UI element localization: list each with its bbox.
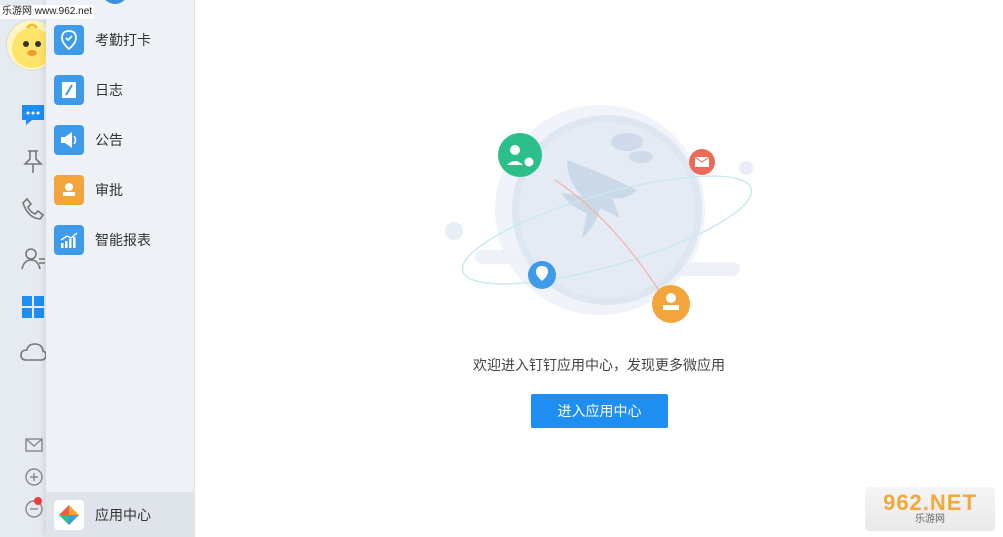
app-center-illustration — [445, 105, 753, 323]
left-nav-rail — [0, 0, 57, 537]
contacts-icon[interactable] — [20, 245, 46, 271]
pin-icon[interactable] — [20, 148, 46, 174]
megaphone-icon — [54, 125, 84, 155]
apps-grid-icon[interactable] — [20, 294, 46, 320]
watermark-text: 乐游网 www.962.net — [0, 5, 95, 19]
watermark-brand: 962.NET — [883, 490, 977, 515]
scroll-top-indicator — [102, 0, 128, 4]
welcome-text: 欢迎进入钉钉应用中心，发现更多微应用 — [473, 358, 725, 374]
menu-item-app-center[interactable]: 应用中心 — [46, 492, 194, 537]
notebook-icon — [54, 75, 84, 105]
menu-item-label: 考勤打卡 — [95, 33, 151, 49]
notification-badge — [34, 497, 42, 505]
watermark-logo: 962.NET 乐游网 — [865, 487, 995, 531]
menu-item-approval[interactable]: 审批 — [46, 165, 194, 215]
watermark-sub: 乐游网 — [915, 514, 945, 525]
app-center-logo-icon — [54, 499, 84, 530]
menu-item-label: 日志 — [95, 83, 123, 99]
menu-item-label: 智能报表 — [95, 233, 151, 249]
approval-stamp-icon — [54, 175, 84, 205]
menu-item-attendance[interactable]: 考勤打卡 — [46, 15, 194, 65]
location-check-icon — [54, 25, 84, 55]
menu-item-announcement[interactable]: 公告 — [46, 115, 194, 165]
menu-item-log[interactable]: 日志 — [46, 65, 194, 115]
main-content — [195, 0, 1003, 537]
cloud-icon[interactable] — [20, 340, 46, 366]
menu-item-label: 公告 — [95, 133, 123, 149]
menu-item-smart-report[interactable]: 智能报表 — [46, 215, 194, 265]
chat-icon[interactable] — [20, 102, 46, 128]
menu-item-label: 应用中心 — [95, 507, 151, 524]
menu-item-label: 审批 — [95, 183, 123, 199]
report-chart-icon — [54, 225, 84, 255]
app-menu-panel: 考勤打卡 日志 公告 审批 智能报表 应用中心 — [46, 0, 195, 537]
enter-app-center-button[interactable]: 进入应用中心 — [531, 394, 668, 428]
phone-icon[interactable] — [20, 196, 46, 222]
